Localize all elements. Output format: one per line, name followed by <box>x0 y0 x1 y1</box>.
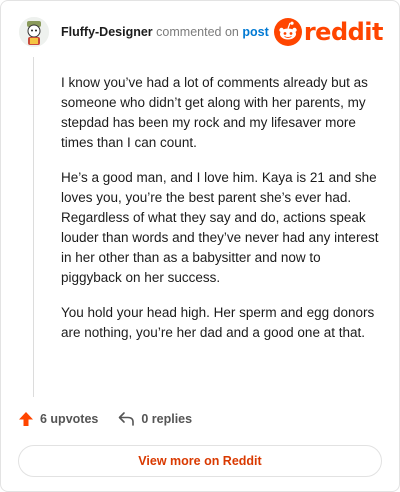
reply-count: 0 replies <box>141 412 193 426</box>
reddit-snoo-icon <box>273 18 302 46</box>
reddit-logo[interactable]: reddit <box>273 15 384 49</box>
comment-actions: 6 upvotes 0 replies <box>18 409 192 429</box>
comment-paragraph: I know you’ve had a lot of comments alre… <box>61 75 368 150</box>
reddit-wordmark: reddit <box>303 18 384 46</box>
comment-paragraph: He’s a good man, and I love him. Kaya is… <box>61 170 379 285</box>
post-link[interactable]: post <box>242 25 268 39</box>
comment-byline: Fluffy-Designer commented on post <box>61 25 269 39</box>
comment-body: I know you’ve had a lot of comments alre… <box>61 73 381 358</box>
upvote-button[interactable]: 6 upvotes <box>18 411 98 427</box>
avatar-icon <box>19 17 49 47</box>
view-more-button[interactable]: View more on Reddit <box>18 445 382 477</box>
reply-arrow-icon <box>119 412 135 426</box>
comment-embed-card: Fluffy-Designer commented on post reddit… <box>0 0 400 492</box>
reply-button[interactable]: 0 replies <box>118 411 192 427</box>
comment-paragraph: You hold your head high. Her sperm and e… <box>61 305 375 340</box>
upvote-count: 6 upvotes <box>40 412 99 426</box>
user-avatar[interactable] <box>19 17 49 47</box>
username-link[interactable]: Fluffy-Designer <box>61 25 153 39</box>
upvote-arrow-icon <box>19 412 33 426</box>
thread-line <box>33 57 34 397</box>
comment-header: Fluffy-Designer commented on post reddit <box>17 15 384 51</box>
action-text: commented on <box>156 25 239 39</box>
